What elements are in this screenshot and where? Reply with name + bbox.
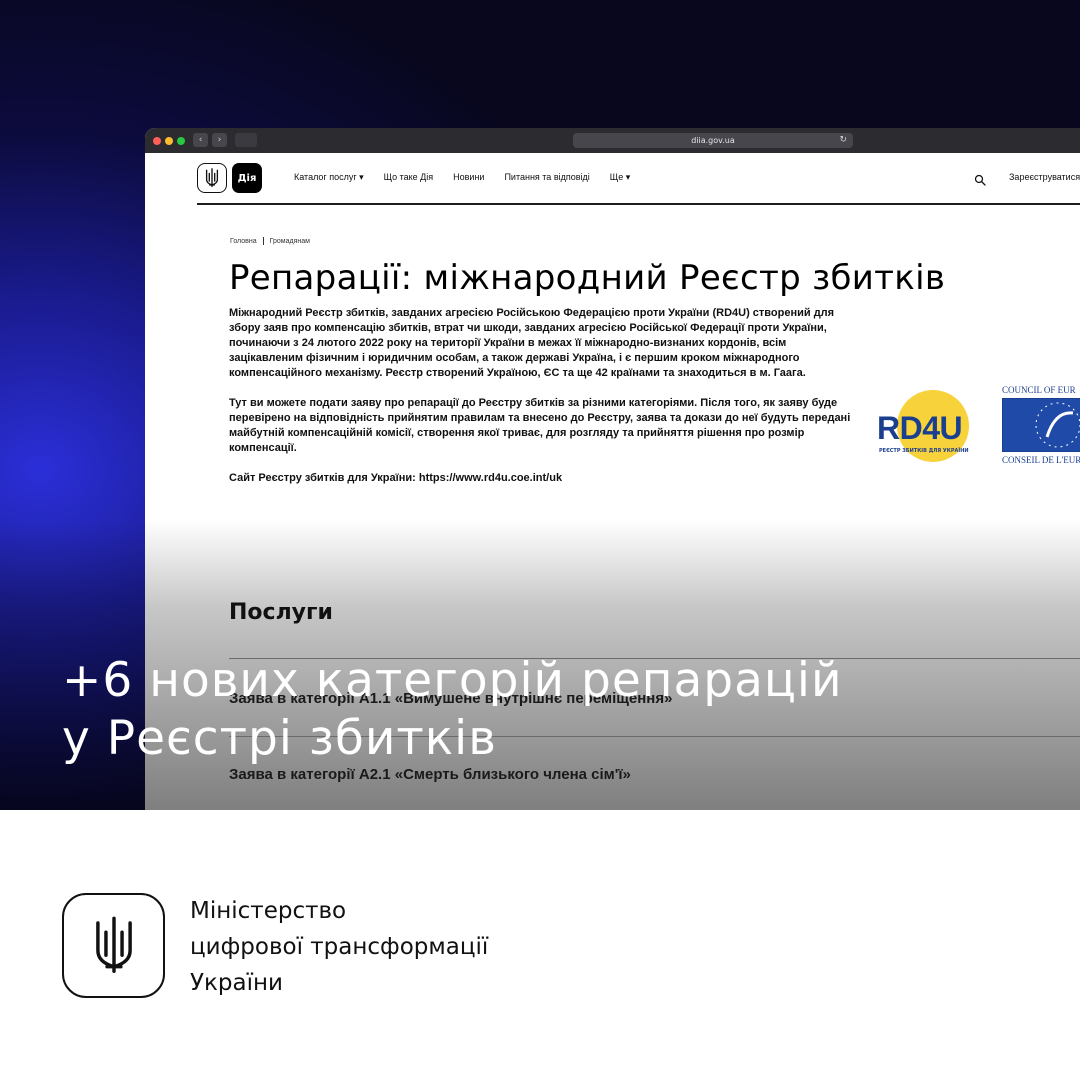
close-window-button[interactable] bbox=[153, 137, 161, 145]
sidebar-toggle-button[interactable] bbox=[235, 133, 257, 147]
trident-icon bbox=[205, 168, 219, 188]
coe-logo-top-text: COUNCIL OF EUR bbox=[1002, 385, 1076, 395]
page-description: Міжнародний Реєстр збитків, завданих агр… bbox=[229, 306, 861, 501]
menu-item-faq[interactable]: Питання та відповіді bbox=[504, 172, 589, 183]
menu-item-catalog[interactable]: Каталог послуг ▾ bbox=[294, 172, 364, 183]
back-button[interactable]: ‹ bbox=[193, 133, 208, 147]
coe-flag-icon bbox=[1002, 398, 1080, 452]
services-heading: Послуги bbox=[229, 600, 333, 625]
menu-item-more[interactable]: Ще ▾ bbox=[610, 172, 630, 183]
search-icon[interactable] bbox=[974, 171, 986, 190]
description-paragraph-2: Тут ви можете подати заяву про репарації… bbox=[229, 397, 851, 454]
register-link[interactable]: Зареєструватися bbox=[1009, 172, 1080, 182]
chevron-left-icon: ‹ bbox=[198, 135, 203, 145]
registry-site-link[interactable]: Сайт Реєстру збитків для України: https:… bbox=[229, 471, 861, 486]
menu-item-news[interactable]: Новини bbox=[453, 172, 484, 183]
site-header: Дія Каталог послуг ▾ Що таке Дія Новини … bbox=[197, 153, 1080, 205]
minimize-window-button[interactable] bbox=[165, 137, 173, 145]
headline: +6 нових категорій репарацій у Реєстрі з… bbox=[62, 652, 843, 768]
url-text: diia.gov.ua bbox=[691, 136, 735, 145]
diia-logo-button[interactable]: Дія bbox=[232, 163, 262, 193]
breadcrumb: Головна Громадянам bbox=[230, 237, 310, 245]
rd4u-logo-text: RD4U bbox=[877, 410, 963, 446]
headline-line-1: +6 нових категорій репарацій bbox=[62, 653, 843, 708]
ministry-name-line-2: цифрової трансформації bbox=[190, 934, 489, 960]
trident-logo-button[interactable] bbox=[197, 163, 227, 193]
reload-icon[interactable]: ↻ bbox=[839, 133, 847, 148]
ministry-name: Міністерство цифрової трансформації Укра… bbox=[190, 893, 488, 1001]
breadcrumb-separator bbox=[262, 237, 264, 245]
breadcrumb-current[interactable]: Громадянам bbox=[270, 238, 310, 245]
hero-banner: ‹ › diia.gov.ua ↻ Дія Каталог послуг ▾ Щ… bbox=[0, 0, 1080, 810]
rd4u-logo: RD4U РЕЄСТР ЗБИТКІВ ДЛЯ УКРАЇНИ bbox=[877, 390, 987, 470]
service-item[interactable]: Заява в категорії А2.1 «Смерть близького… bbox=[229, 766, 631, 783]
ministry-name-line-1: Міністерство bbox=[190, 898, 347, 924]
headline-line-2: у Реєстрі збитків bbox=[62, 711, 497, 766]
main-menu: Каталог послуг ▾ Що таке Дія Новини Пита… bbox=[294, 172, 630, 183]
address-bar[interactable]: diia.gov.ua ↻ bbox=[573, 133, 853, 148]
menu-item-what-is-diia[interactable]: Що таке Дія bbox=[384, 172, 433, 183]
trident-icon bbox=[95, 916, 132, 973]
maximize-window-button[interactable] bbox=[177, 137, 185, 145]
coe-logo-bottom-text: CONSEIL DE L'EUR bbox=[1002, 455, 1080, 465]
forward-button[interactable]: › bbox=[212, 133, 227, 147]
chevron-right-icon: › bbox=[217, 135, 222, 145]
diia-logo-text: Дія bbox=[237, 172, 257, 184]
council-of-europe-logo: COUNCIL OF EUR CONSEIL DE L'EUR bbox=[1002, 385, 1080, 475]
breadcrumb-home[interactable]: Головна bbox=[230, 238, 257, 245]
description-paragraph-1: Міжнародний Реєстр збитків, завданих агр… bbox=[229, 307, 835, 379]
page-title: Репарації: міжнародний Реєстр збитків bbox=[229, 258, 946, 298]
ministry-trident-logo bbox=[62, 893, 165, 998]
ministry-name-line-3: України bbox=[190, 970, 283, 996]
rd4u-logo-subtitle: РЕЄСТР ЗБИТКІВ ДЛЯ УКРАЇНИ bbox=[879, 448, 969, 454]
browser-toolbar: ‹ › diia.gov.ua ↻ bbox=[145, 128, 1080, 153]
